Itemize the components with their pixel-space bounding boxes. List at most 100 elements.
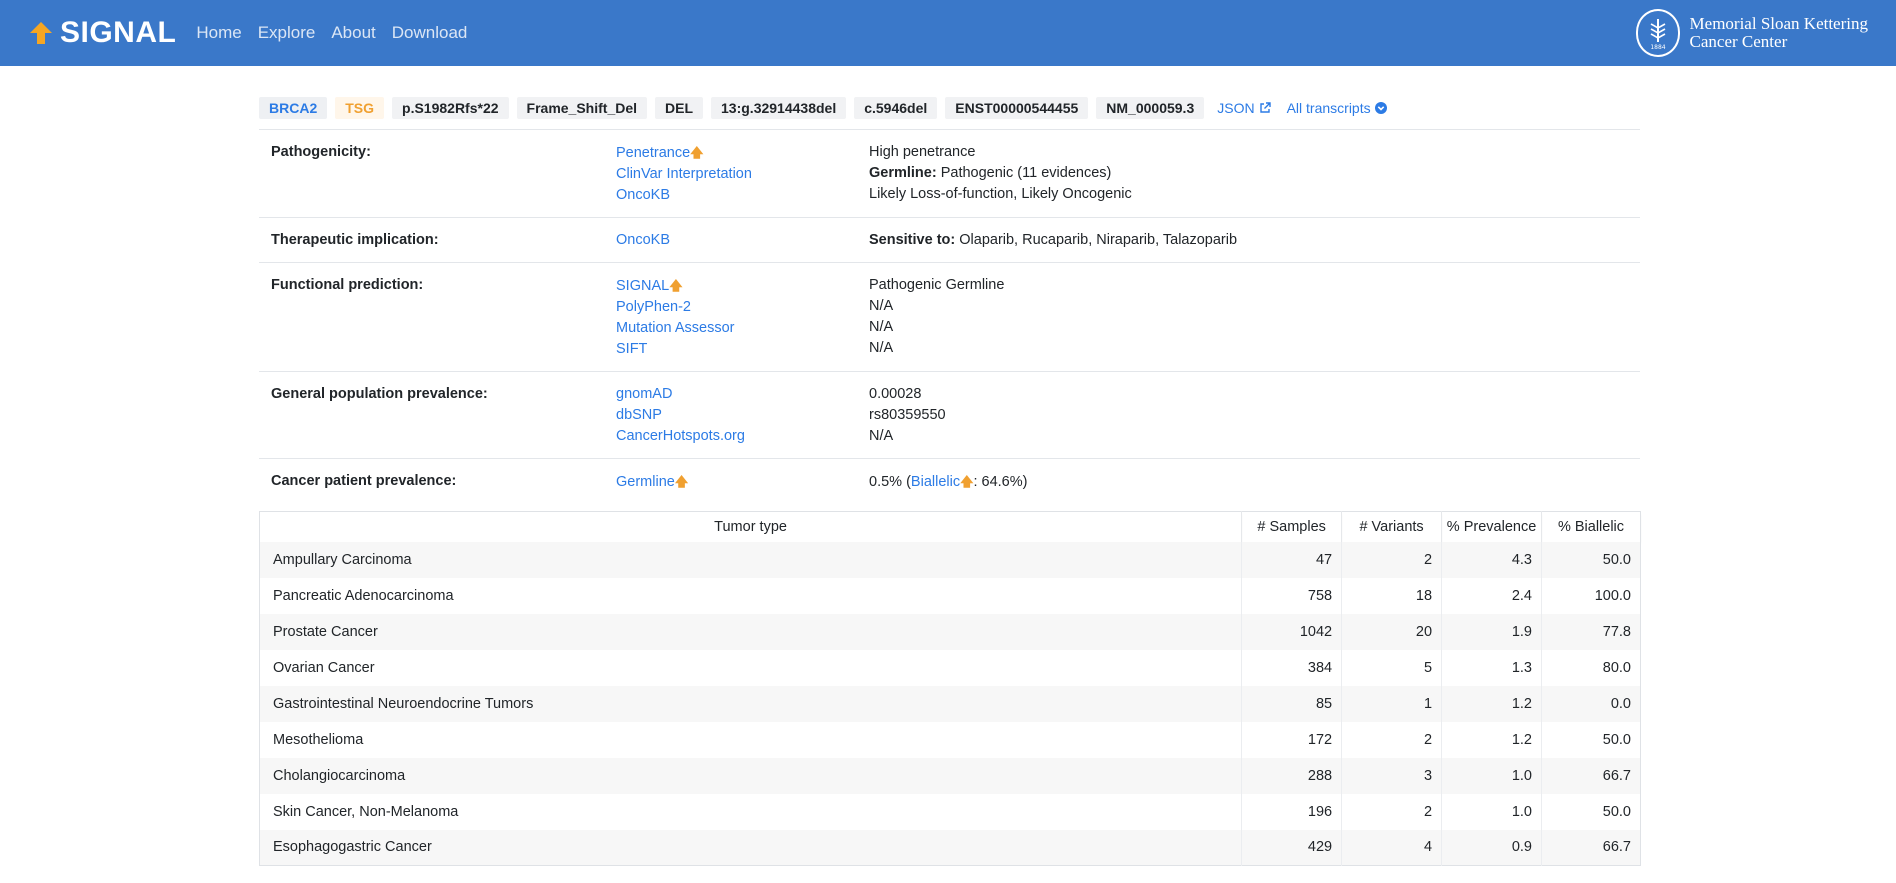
table-row[interactable]: Skin Cancer, Non-Melanoma 196 2 1.0 50.0 (259, 793, 1641, 830)
cell-variants: 3 (1341, 757, 1443, 794)
therapeutic-row: Therapeutic implication: OncoKB Sensitiv… (259, 218, 1640, 263)
mskcc-logo[interactable]: 1884 Memorial Sloan Kettering Cancer Cen… (1635, 9, 1868, 57)
col-prevalence[interactable]: % Prevalence (1441, 511, 1543, 542)
cell-prevalence: 1.0 (1441, 757, 1543, 794)
refseq-badge: NM_000059.3 (1096, 97, 1205, 119)
cell-variants: 2 (1341, 721, 1443, 758)
oncokb-therapeutic-link[interactable]: OncoKB (616, 232, 670, 248)
table-row[interactable]: Prostate Cancer 1042 20 1.9 77.8 (259, 613, 1641, 650)
cell-tumor-type: Esophagogastric Cancer (259, 829, 1243, 866)
nav-explore[interactable]: Explore (258, 23, 316, 43)
cell-tumor-type: Mesothelioma (259, 721, 1243, 758)
mutation-assessor-value: N/A (869, 319, 894, 335)
cell-samples: 288 (1241, 757, 1343, 794)
cell-biallelic: 80.0 (1602, 659, 1631, 676)
col-biallelic[interactable]: % Biallelic (1542, 512, 1641, 542)
signal-arrow-icon: 🡅 (960, 474, 974, 489)
mskcc-seal-icon: 1884 (1635, 9, 1680, 57)
pathogenicity-row: Pathogenicity: Penetrance🡅 ClinVar Inter… (259, 130, 1640, 218)
cell-biallelic: 100.0 (1594, 587, 1631, 604)
cell-variants: 18 (1341, 577, 1443, 614)
cell-tumor-type: Prostate Cancer (259, 613, 1243, 650)
variant-page: BRCA2 TSG p.S1982Rfs*22 Frame_Shift_Del … (259, 66, 1641, 866)
cell-variants: 5 (1341, 649, 1443, 686)
cell-biallelic: 50.0 (1602, 731, 1631, 748)
all-transcripts-label: All transcripts (1286, 100, 1371, 116)
institution-name: Memorial Sloan Kettering Cancer Center (1690, 15, 1868, 51)
sift-link[interactable]: SIFT (616, 341, 647, 357)
all-transcripts-dropdown[interactable]: All transcripts (1287, 100, 1387, 116)
table-row[interactable]: Esophagogastric Cancer 429 4 0.9 66.7 (259, 829, 1641, 866)
therapeutic-value: Sensitive to: Olaparib, Rucaparib, Nirap… (869, 232, 1238, 248)
institution-name-line2: Cancer Center (1689, 32, 1788, 51)
cell-variants: 2 (1341, 541, 1443, 578)
nav-home[interactable]: Home (196, 23, 241, 43)
cell-biallelic: 0.0 (1610, 695, 1631, 712)
cell-biallelic: 77.8 (1602, 623, 1631, 640)
table-row[interactable]: Pancreatic Adenocarcinoma 758 18 2.4 100.0 (259, 577, 1641, 614)
functional-prediction-label: Functional prediction: (271, 277, 424, 293)
polyphen-link[interactable]: PolyPhen-2 (616, 299, 691, 315)
json-link[interactable]: JSON (1217, 100, 1271, 116)
biallelic-link[interactable]: Biallelic (911, 474, 960, 490)
table-row[interactable]: Mesothelioma 172 2 1.2 50.0 (259, 721, 1641, 758)
json-link-label: JSON (1217, 100, 1255, 116)
cell-prevalence: 1.0 (1441, 793, 1543, 830)
col-tumor-type[interactable]: Tumor type (259, 511, 1243, 542)
cell-samples: 758 (1241, 577, 1343, 614)
signal-arrow-icon: 🡅 (674, 474, 689, 489)
cell-tumor-type: Cholangiocarcinoma (259, 757, 1243, 794)
gnomad-link[interactable]: gnomAD (616, 386, 672, 402)
institution-name-line1: Memorial Sloan Kettering (1689, 14, 1868, 33)
oncokb-link[interactable]: OncoKB (616, 187, 670, 203)
penetrance-link[interactable]: Penetrance (616, 145, 690, 161)
col-variants[interactable]: # Variants (1341, 511, 1443, 542)
genomic-location-badge: 13:g.32914438del (711, 97, 847, 119)
cell-samples: 196 (1241, 793, 1343, 830)
cell-prevalence: 2.4 (1441, 577, 1543, 614)
germline-link[interactable]: Germline (616, 474, 675, 490)
polyphen-value: N/A (869, 298, 894, 314)
cell-tumor-type: Pancreatic Adenocarcinoma (259, 577, 1243, 614)
population-prevalence-row: General population prevalence: gnomAD db… (259, 372, 1640, 459)
nav-download[interactable]: Download (392, 23, 468, 43)
cancer-prevalence-label: Cancer patient prevalence: (271, 473, 457, 489)
table-row[interactable]: Gastrointestinal Neuroendocrine Tumors 85… (259, 685, 1641, 722)
navbar: SIGNAL Home Explore About Download 1884 … (0, 0, 1896, 66)
signal-link[interactable]: SIGNAL (616, 278, 669, 294)
table-header-row: Tumor type # Samples # Variants % Preval… (259, 511, 1641, 542)
variant-badges: BRCA2 TSG p.S1982Rfs*22 Frame_Shift_Del … (259, 66, 1640, 130)
cancer-prevalence-value: 0.5% (Biallelic🡅: 64.6%) (869, 474, 1028, 490)
cell-variants: 1 (1341, 685, 1443, 722)
gene-badge[interactable]: BRCA2 (259, 97, 328, 119)
clinvar-link[interactable]: ClinVar Interpretation (616, 166, 752, 182)
clinvar-value: Germline: Pathogenic (11 evidences) (869, 165, 1112, 181)
mutation-assessor-link[interactable]: Mutation Assessor (616, 320, 734, 336)
cell-prevalence: 1.2 (1441, 721, 1543, 758)
table-row[interactable]: Cholangiocarcinoma 288 3 1.0 66.7 (259, 757, 1641, 794)
cell-variants: 2 (1341, 793, 1443, 830)
consequence-badge: Frame_Shift_Del (516, 97, 648, 119)
cell-samples: 384 (1241, 649, 1343, 686)
nav-about[interactable]: About (331, 23, 375, 43)
table-row[interactable]: Ampullary Carcinoma 47 2 4.3 50.0 (259, 541, 1641, 578)
brand-logo[interactable]: SIGNAL (28, 16, 176, 50)
cancerhotspots-link[interactable]: CancerHotspots.org (616, 428, 745, 444)
table-row[interactable]: Ovarian Cancer 384 5 1.3 80.0 (259, 649, 1641, 686)
cell-prevalence: 1.9 (1441, 613, 1543, 650)
cell-biallelic: 66.7 (1602, 839, 1631, 856)
brand-name: SIGNAL (60, 16, 177, 49)
col-samples[interactable]: # Samples (1241, 511, 1343, 542)
cell-variants: 20 (1341, 613, 1443, 650)
oncokb-value: Likely Loss-of-function, Likely Oncogeni… (869, 186, 1132, 202)
cell-samples: 85 (1241, 685, 1343, 722)
cell-samples: 172 (1241, 721, 1343, 758)
dbsnp-link[interactable]: dbSNP (616, 407, 662, 423)
therapeutic-label: Therapeutic implication: (271, 232, 439, 248)
gnomad-value: 0.00028 (869, 386, 922, 402)
penetrance-value: High penetrance (869, 144, 976, 160)
cell-samples: 429 (1241, 829, 1343, 866)
cell-tumor-type: Skin Cancer, Non-Melanoma (259, 793, 1243, 830)
cell-samples: 47 (1241, 541, 1343, 578)
tumor-type-table: Tumor type # Samples # Variants % Preval… (259, 511, 1641, 866)
